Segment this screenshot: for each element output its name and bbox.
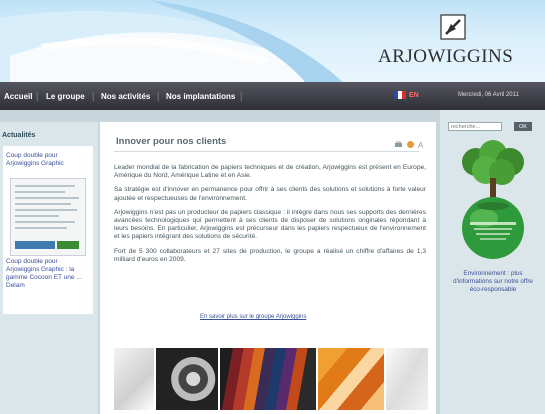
svg-text:A: A <box>418 141 424 149</box>
article-paragraph: Fort de 5 300 collaborateurs et 27 sites… <box>114 247 426 263</box>
nav-item-accueil[interactable]: Accueil <box>4 92 32 101</box>
page-title: Innover pour nos clients <box>116 136 227 147</box>
product-photo-strip <box>114 348 428 410</box>
main-navigation: Accueil | Le groupe | Nos activités | No… <box>0 82 545 110</box>
paper-photo <box>220 348 316 410</box>
nav-separator: | <box>92 91 95 101</box>
banner-wave-graphic <box>0 0 345 82</box>
search-button[interactable]: OK <box>514 122 532 131</box>
paper-photo <box>386 348 428 410</box>
paper-photo <box>156 348 218 410</box>
nav-item-nos-implantations[interactable]: Nos implantations <box>166 92 235 101</box>
arjowiggins-logo-icon <box>440 14 466 40</box>
article-body: Leader mondial de la fabrication de papi… <box>114 164 426 270</box>
article-paragraph: Leader mondial de la fabrication de papi… <box>114 164 426 180</box>
news-link[interactable]: Coup double pour Arjowiggins Graphic <box>6 152 90 168</box>
share-icon[interactable] <box>406 136 415 148</box>
more-info-link[interactable]: En savoir plus sur le groupe Arjowiggins <box>200 314 306 320</box>
nav-item-nos-activites[interactable]: Nos activités <box>101 92 150 101</box>
eco-tree-globe-image[interactable] <box>446 140 540 264</box>
nav-item-le-groupe[interactable]: Le groupe <box>46 92 85 101</box>
news-section-title: Actualités <box>2 132 36 139</box>
eco-offer-link[interactable]: Environnement : plus d'informations sur … <box>450 270 536 294</box>
nav-separator: | <box>36 91 39 101</box>
article-paragraph: Arjowiggins n'est pas un producteur de p… <box>114 208 426 241</box>
nav-separator: | <box>157 91 160 101</box>
language-switch[interactable]: EN <box>394 91 419 99</box>
current-date: Mercredi, 06 Avril 2011 <box>458 92 519 98</box>
paper-photo <box>114 348 154 410</box>
header-banner: ARJOWIGGINS <box>0 0 545 82</box>
right-sidebar: OK Environnement : plus d'informations s… <box>440 110 545 414</box>
paper-photo <box>318 348 384 410</box>
french-flag-icon <box>394 91 406 99</box>
title-divider <box>114 151 420 152</box>
news-thumbnail[interactable] <box>10 178 86 256</box>
search-input[interactable] <box>448 122 502 131</box>
language-label[interactable]: EN <box>409 92 419 99</box>
news-link[interactable]: Coup double pour Arjowiggins Graphic : l… <box>6 258 92 290</box>
news-panel: Coup double pour Arjowiggins Graphic Cou… <box>3 146 93 314</box>
print-icon[interactable] <box>394 136 403 147</box>
article-paragraph: Sa stratégie est d'innover en permanence… <box>114 186 426 202</box>
main-content: Innover pour nos clients A Leader mondia… <box>100 122 436 414</box>
text-size-icon[interactable]: A <box>418 136 427 150</box>
page-tools: A <box>394 136 427 150</box>
brand-logo-text[interactable]: ARJOWIGGINS <box>378 46 538 68</box>
nav-separator: | <box>240 91 243 101</box>
left-sidebar: Actualités Coup double pour Arjowiggins … <box>0 122 98 414</box>
